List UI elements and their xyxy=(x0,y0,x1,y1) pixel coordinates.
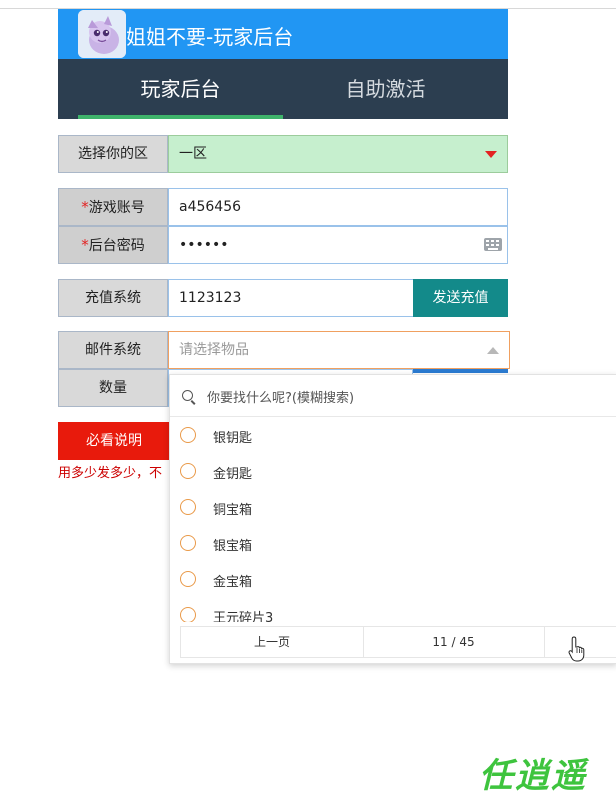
account-input[interactable]: a456456 xyxy=(168,188,508,226)
tab-player-backend[interactable]: 玩家后台 xyxy=(78,59,283,119)
radio-icon[interactable] xyxy=(180,571,196,587)
quantity-label: 数量 xyxy=(58,369,168,407)
password-input-value: •••••• xyxy=(179,237,229,253)
account-label-text: 游戏账号 xyxy=(88,200,145,216)
dropdown-option[interactable]: 金宝箱 xyxy=(170,563,616,599)
dropdown-search-input[interactable]: 你要找什么呢?(模糊搜索) xyxy=(170,375,616,417)
must-read-button[interactable]: 必看说明 xyxy=(58,422,170,460)
dropdown-option[interactable]: 银钥匙 xyxy=(170,419,616,455)
server-label: 选择你的区 xyxy=(58,135,168,173)
send-recharge-button[interactable]: 发送充值 xyxy=(413,279,508,317)
option-label: 银宝箱 xyxy=(213,539,253,554)
option-label: 银钥匙 xyxy=(213,431,253,446)
tab-bar: 玩家后台 自助激活 xyxy=(58,59,508,119)
server-select[interactable]: 一区 xyxy=(168,135,508,173)
app-header: 姐姐不要-玩家后台 xyxy=(58,9,508,59)
recharge-label: 充值系统 xyxy=(58,279,168,317)
dropdown-caret-icon xyxy=(485,151,497,158)
watermark-logo: 任逍遥 xyxy=(479,756,587,796)
prev-page-button[interactable]: 上一页 xyxy=(180,627,364,657)
password-input[interactable]: •••••• xyxy=(168,226,508,264)
browser-top-edge xyxy=(0,0,616,9)
dropdown-caret-icon xyxy=(487,347,499,354)
dropdown-option[interactable]: 铜宝箱 xyxy=(170,491,616,527)
radio-icon[interactable] xyxy=(180,535,196,551)
dropdown-option[interactable]: 王元碎片3 xyxy=(170,599,616,622)
option-label: 金钥匙 xyxy=(213,467,253,482)
account-input-value: a456456 xyxy=(179,199,242,215)
dropdown-pager: 上一页 11 / 45 xyxy=(180,626,616,658)
radio-icon[interactable] xyxy=(180,499,196,515)
keyboard-icon[interactable] xyxy=(484,238,502,251)
notice-text: 用多少发多少，不 xyxy=(58,466,163,481)
required-star: * xyxy=(81,236,89,254)
option-label: 铜宝箱 xyxy=(213,503,253,518)
active-tab-indicator xyxy=(78,115,283,119)
option-label: 金宝箱 xyxy=(213,575,253,590)
pony-avatar-icon xyxy=(78,10,126,58)
mail-item-placeholder: 请选择物品 xyxy=(179,342,249,358)
dropdown-option[interactable]: 金钥匙 xyxy=(170,455,616,491)
recharge-input-value: 1123123 xyxy=(179,290,242,306)
radio-icon[interactable] xyxy=(180,427,196,443)
password-label: *后台密码 xyxy=(58,226,168,264)
account-label: *游戏账号 xyxy=(58,188,168,226)
item-dropdown-panel: 你要找什么呢?(模糊搜索) 银钥匙 金钥匙 铜宝箱 银宝箱 金宝箱 王元碎片3 … xyxy=(169,374,616,664)
search-icon xyxy=(182,390,193,401)
dropdown-search-placeholder: 你要找什么呢?(模糊搜索) xyxy=(207,391,355,406)
recharge-input[interactable]: 1123123 xyxy=(168,279,414,317)
page-indicator: 11 / 45 xyxy=(363,627,545,657)
app-title: 姐姐不要-玩家后台 xyxy=(126,25,294,49)
send-mail-button[interactable] xyxy=(413,369,508,373)
tab-self-activation[interactable]: 自助激活 xyxy=(283,59,488,119)
password-label-text: 后台密码 xyxy=(88,238,145,254)
required-star: * xyxy=(81,198,89,216)
option-label: 王元碎片3 xyxy=(213,611,274,622)
dropdown-option-list[interactable]: 银钥匙 金钥匙 铜宝箱 银宝箱 金宝箱 王元碎片3 xyxy=(170,419,616,622)
dropdown-option[interactable]: 银宝箱 xyxy=(170,527,616,563)
mail-label: 邮件系统 xyxy=(58,331,168,369)
hand-cursor-icon xyxy=(568,636,586,666)
radio-icon[interactable] xyxy=(180,463,196,479)
radio-icon[interactable] xyxy=(180,607,196,622)
mail-item-select[interactable]: 请选择物品 xyxy=(168,331,510,369)
server-select-value: 一区 xyxy=(179,146,207,162)
